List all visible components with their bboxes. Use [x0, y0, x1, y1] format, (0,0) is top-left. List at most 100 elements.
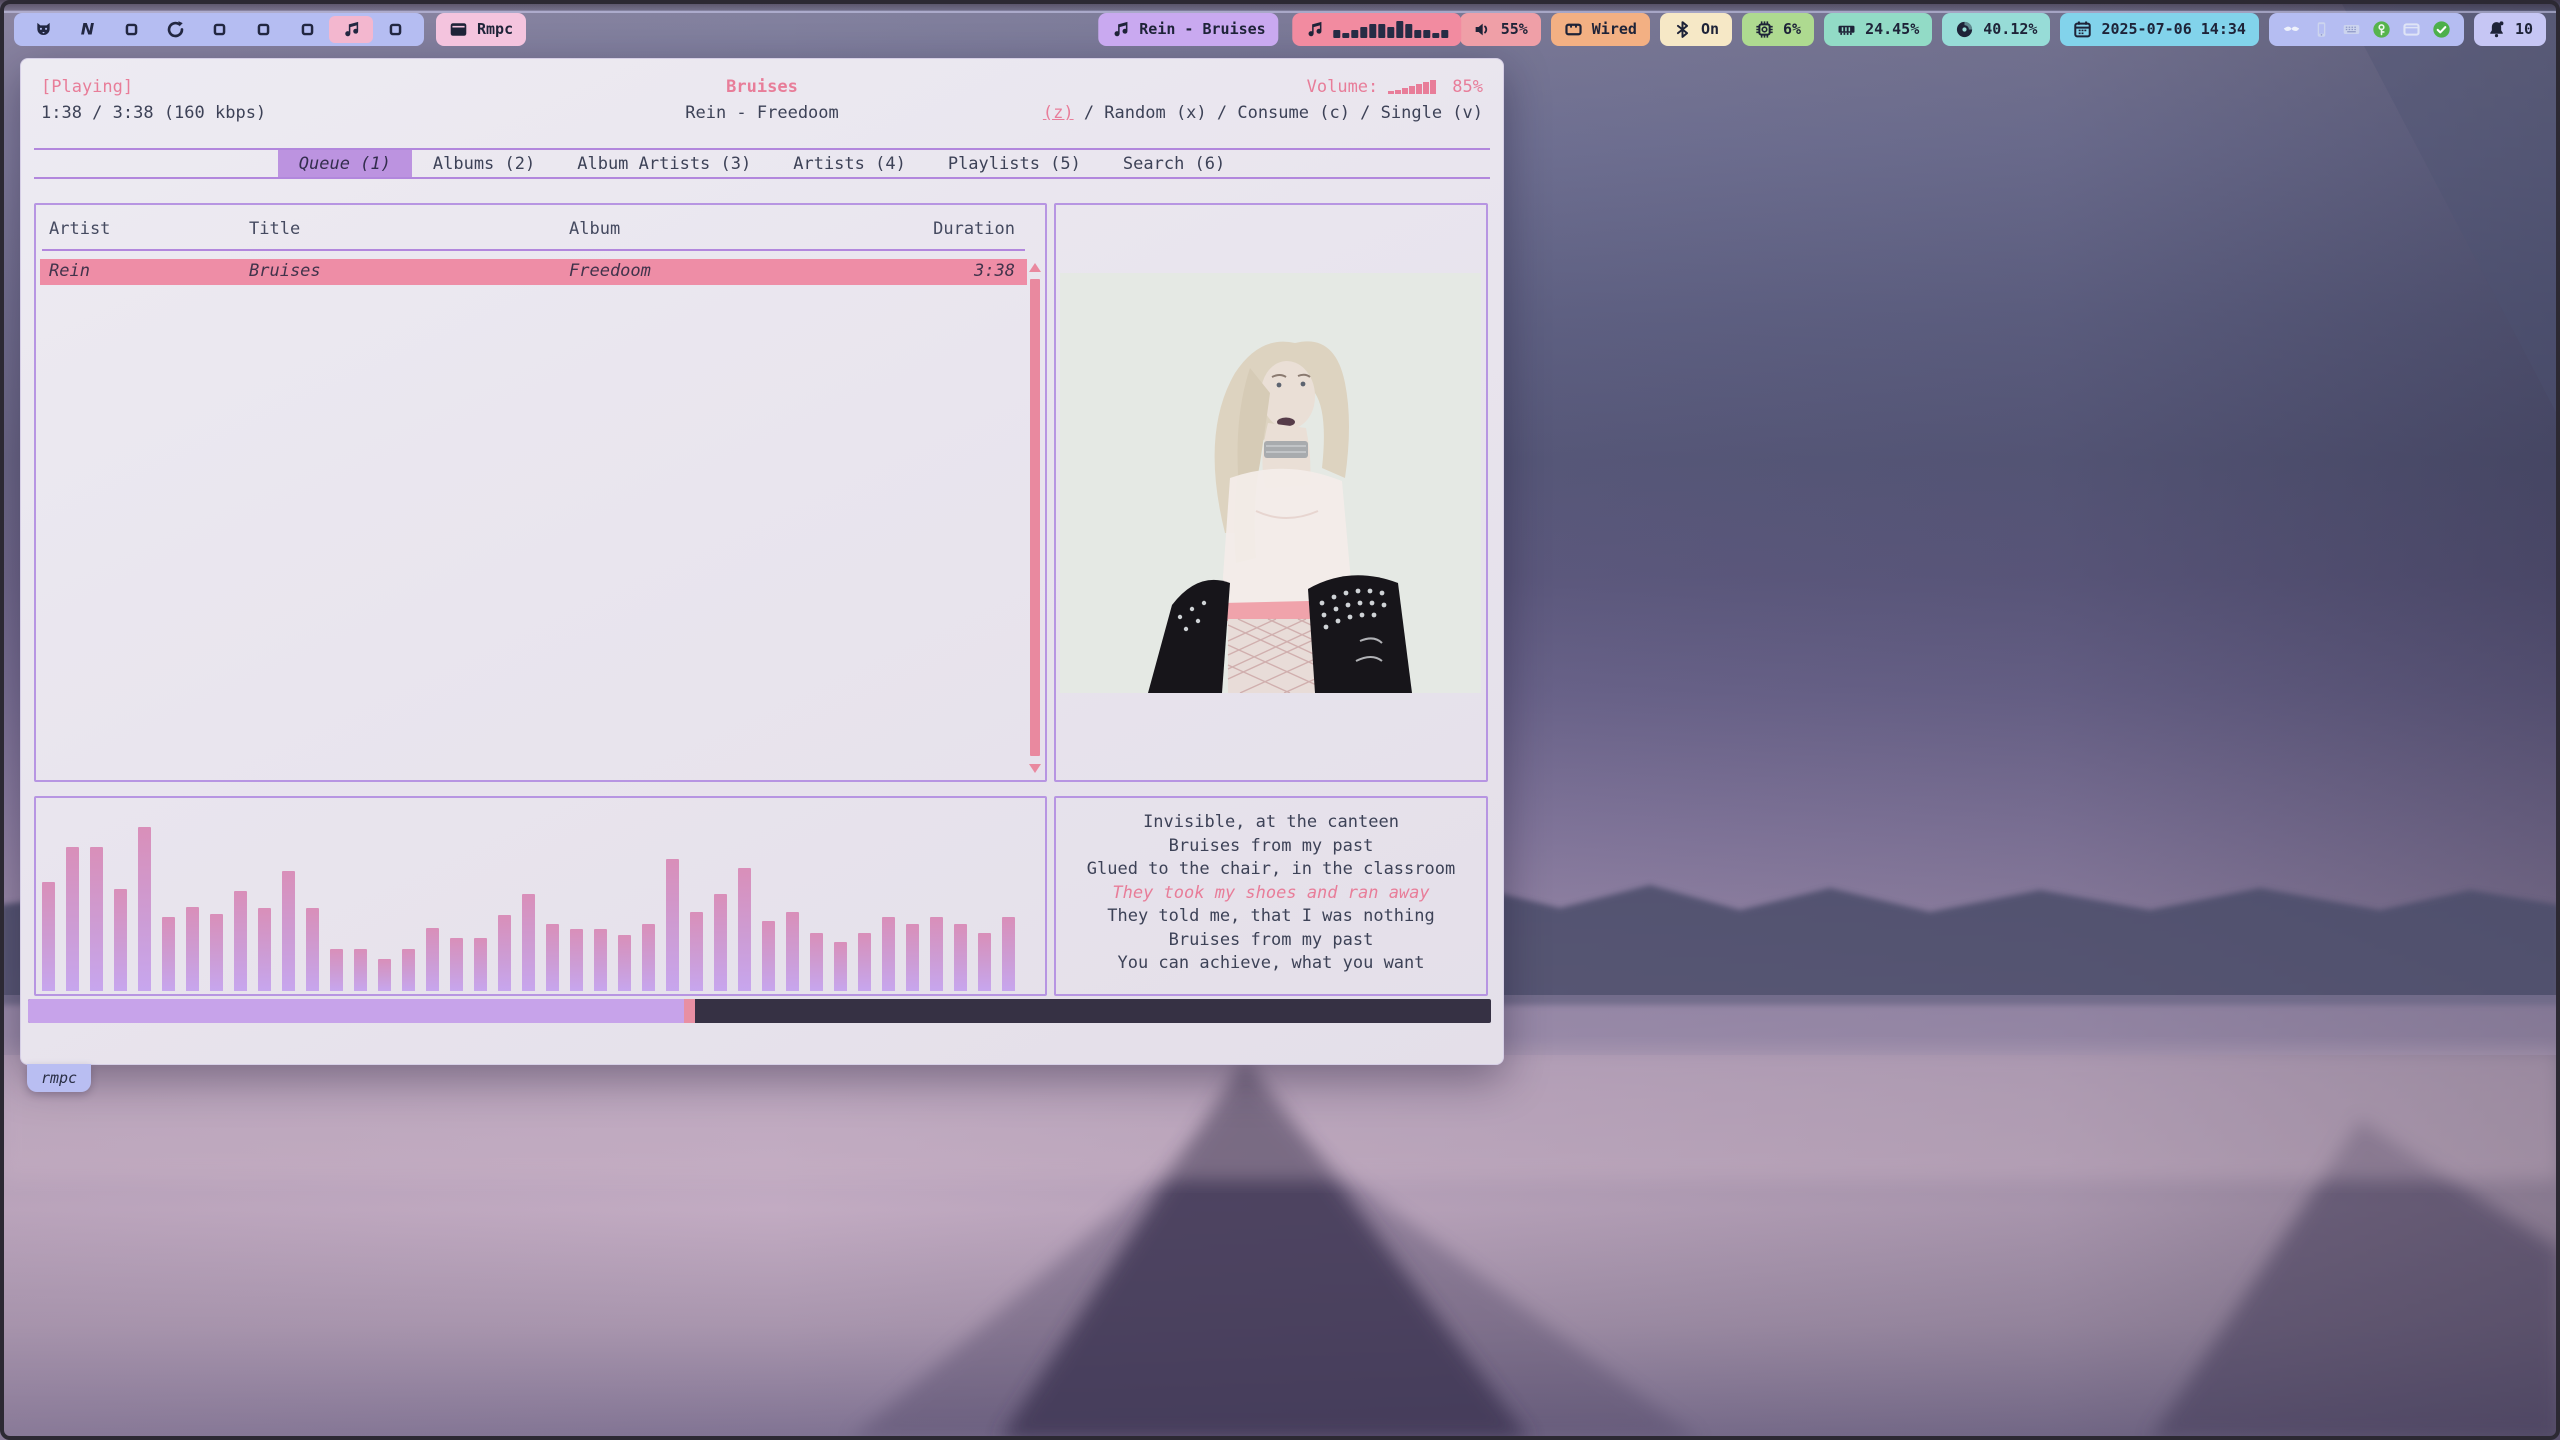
top-bar-center: Rein - Bruises: [1098, 13, 1461, 46]
tab-album-artists-3[interactable]: Album Artists (3): [556, 150, 772, 177]
visualizer-bar: [474, 938, 487, 991]
visualizer-bar: [186, 907, 199, 991]
workspace-music-note-icon[interactable]: [329, 16, 373, 43]
artist-album: Rein - Freedoom: [685, 103, 839, 123]
check-icon[interactable]: [2432, 20, 2451, 39]
visualizer-bar: [786, 912, 799, 991]
volume-step: [1416, 84, 1422, 94]
active-window-pill[interactable]: Rmpc: [436, 13, 526, 46]
workspace-refresh-icon[interactable]: [153, 16, 197, 43]
workspace-square-icon[interactable]: [285, 16, 329, 43]
notification-count: 10: [2515, 20, 2533, 38]
keyboard-icon[interactable]: [2342, 20, 2361, 39]
cpu-pill[interactable]: 6%: [1742, 13, 1814, 46]
tab-playlists-5[interactable]: Playlists (5): [927, 150, 1102, 177]
top-bar-right: 55% Wired On 6% 24.45% 40.12% 2025-07-06 14:34…: [1460, 13, 2546, 46]
cpu-icon: [1755, 20, 1774, 39]
tab-queue-1[interactable]: Queue (1): [278, 150, 412, 177]
volume-step: [1388, 91, 1394, 94]
lyrics-line: Invisible, at the canteen: [1056, 811, 1486, 835]
speaker-pill[interactable]: 55%: [1460, 13, 1541, 46]
tab-albums-2[interactable]: Albums (2): [412, 150, 556, 177]
song-title: Bruises: [726, 77, 798, 97]
visualizer-bar: [714, 894, 727, 991]
window-icon[interactable]: [2402, 20, 2421, 39]
screen-top-strip: [0, 0, 2560, 10]
calendar-pill[interactable]: 2025-07-06 14:34: [2060, 13, 2259, 46]
system-tray: [2269, 13, 2464, 46]
cpu-value: 6%: [1783, 20, 1801, 38]
svg-text:N: N: [80, 20, 94, 39]
disk-icon: [1955, 20, 1974, 39]
column-duration: Duration: [933, 219, 1015, 239]
visualizer-bar: [618, 935, 631, 991]
mini-visualizer-bar: [1442, 30, 1449, 38]
notifications-pill[interactable]: 10: [2474, 13, 2546, 46]
key-icon[interactable]: [2372, 20, 2391, 39]
queue-panel: Artist Title Album Duration Rein Bruises…: [34, 203, 1047, 782]
speaker-icon: [1473, 20, 1492, 39]
workspace-square-icon[interactable]: [197, 16, 241, 43]
workspace-square-icon[interactable]: [109, 16, 153, 43]
volume-indicator: Volume: 85%: [1307, 77, 1483, 97]
disk-pill[interactable]: 40.12%: [1942, 13, 2050, 46]
phone-icon[interactable]: [2312, 20, 2331, 39]
queue-row-selected[interactable]: Rein Bruises Freedoom 3:38: [40, 259, 1027, 285]
tab-artists-4[interactable]: Artists (4): [772, 150, 927, 177]
tab-search-6[interactable]: Search (6): [1102, 150, 1246, 177]
mini-visualizer-bar: [1397, 21, 1404, 38]
mini-visualizer-bar: [1361, 27, 1368, 38]
bluetooth-pill[interactable]: On: [1660, 13, 1732, 46]
volume-step: [1430, 80, 1436, 94]
visualizer-bar: [498, 915, 511, 991]
visualizer-bar: [114, 889, 127, 991]
visualizer-bar: [954, 924, 967, 991]
album-art: [1060, 273, 1481, 693]
top-bar: N Rmpc Rein - Bruises 55% Wired On 6% 24.45%…: [0, 10, 2560, 48]
window-footer-tag: rmpc: [27, 1064, 91, 1092]
lyrics-panel: Invisible, at the canteenBruises from my…: [1054, 796, 1488, 996]
volume-step: [1409, 86, 1415, 94]
workspace-nix-icon[interactable]: N: [65, 16, 109, 43]
repeat-mode-toggle[interactable]: (z): [1043, 103, 1074, 123]
scrollbar-thumb[interactable]: [1030, 279, 1040, 756]
visualizer-bar: [282, 871, 295, 991]
mustache-icon[interactable]: [2282, 20, 2301, 39]
visualizer-bar: [858, 933, 871, 991]
progress-bar[interactable]: [28, 999, 1491, 1023]
disk-value: 40.12%: [1983, 20, 2037, 38]
column-title: Title: [249, 219, 300, 239]
visualizer-bar: [258, 908, 271, 991]
ethernet-pill[interactable]: Wired: [1551, 13, 1650, 46]
scrollbar-up-arrow[interactable]: [1029, 263, 1041, 272]
audio-visualizer-pill[interactable]: [1293, 13, 1462, 46]
mini-visualizer-bar: [1424, 30, 1431, 38]
visualizer-bar: [810, 933, 823, 991]
mini-visualizer: [1334, 20, 1449, 38]
lyrics-line: They told me, that I was nothing: [1056, 905, 1486, 929]
scrollbar-down-arrow[interactable]: [1029, 764, 1041, 773]
mini-visualizer-bar: [1379, 24, 1386, 38]
volume-label: Volume:: [1307, 77, 1379, 97]
ram-value: 24.45%: [1865, 20, 1919, 38]
other-mode-toggles[interactable]: / Random (x) / Consume (c) / Single (v): [1074, 103, 1483, 123]
ram-pill[interactable]: 24.45%: [1824, 13, 1932, 46]
workspace-square-icon[interactable]: [373, 16, 417, 43]
mini-visualizer-bar: [1370, 24, 1377, 38]
visualizer-bar: [66, 847, 79, 991]
workspace-square-icon[interactable]: [241, 16, 285, 43]
workspace-cat-icon[interactable]: [21, 16, 65, 43]
speaker-value: 55%: [1501, 20, 1528, 38]
visualizer-bar: [90, 847, 103, 991]
mini-visualizer-bar: [1415, 30, 1422, 38]
now-playing-pill[interactable]: Rein - Bruises: [1098, 13, 1278, 46]
header-row-2: 1:38 / 3:38 (160 kbps) Rein - Freedoom (…: [34, 103, 1490, 125]
visualizer-bar: [162, 917, 175, 991]
visualizer-bar: [234, 891, 247, 991]
visualizer-bar: [330, 949, 343, 991]
visualizer-bar: [378, 959, 391, 991]
visualizer-bar: [978, 933, 991, 991]
rmpc-window: [Playing] Bruises Volume: 85% 1:38 / 3:3…: [20, 58, 1504, 1065]
column-album: Album: [569, 219, 620, 239]
queue-header-separator: [42, 249, 1025, 251]
